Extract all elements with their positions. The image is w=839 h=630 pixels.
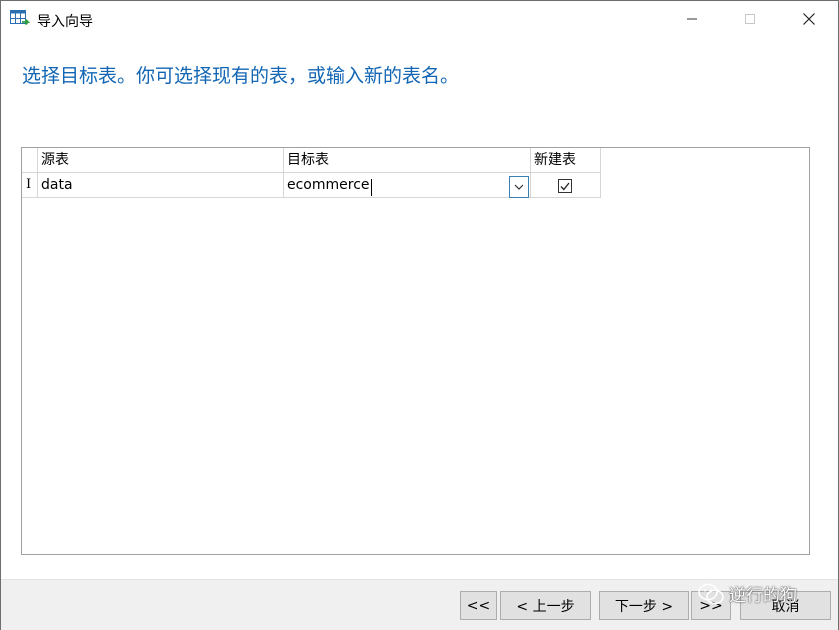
page-heading: 选择目标表。你可选择现有的表，或输入新的表名。 [22, 65, 460, 87]
checkmark-icon [560, 182, 570, 190]
row-indicator-cell[interactable]: I [22, 173, 38, 198]
target-table-dropdown[interactable] [509, 176, 529, 198]
watermark-text: 逆行的狗 [729, 586, 797, 606]
new-table-checkbox[interactable] [558, 179, 572, 193]
first-step-button[interactable]: << [460, 591, 497, 620]
next-step-button[interactable]: 下一步 > [599, 591, 689, 620]
import-wizard-window: 导入向导 选择目标表。你可选择现有的表，或输入新的表名。 源表 目标表 新建表 … [0, 0, 839, 630]
column-header-target[interactable]: 目标表 [284, 148, 531, 173]
row-edit-indicator: I [26, 177, 32, 192]
close-icon [803, 13, 815, 25]
minimize-icon [687, 18, 697, 20]
previous-step-button[interactable]: < 上一步 [500, 591, 591, 620]
table-import-icon [10, 10, 30, 26]
window-title: 导入向导 [37, 14, 93, 30]
minimize-button[interactable] [669, 1, 715, 37]
source-table-cell[interactable]: data [38, 173, 284, 198]
close-button[interactable] [786, 1, 832, 37]
maximize-button[interactable] [727, 1, 773, 37]
target-table-input[interactable]: ecommerce [284, 173, 531, 198]
text-caret [371, 179, 372, 196]
chevron-down-icon [514, 184, 524, 190]
column-header-source[interactable]: 源表 [38, 148, 284, 173]
title-bar[interactable]: 导入向导 [1, 1, 838, 39]
header-indicator-cell [22, 148, 38, 173]
table-mapping-grid[interactable]: 源表 目标表 新建表 I data ecommerce [21, 147, 810, 555]
column-header-new-table[interactable]: 新建表 [531, 148, 601, 173]
watermark: 逆行的狗 [697, 581, 797, 606]
maximize-icon [745, 14, 755, 24]
wechat-icon [698, 583, 724, 604]
